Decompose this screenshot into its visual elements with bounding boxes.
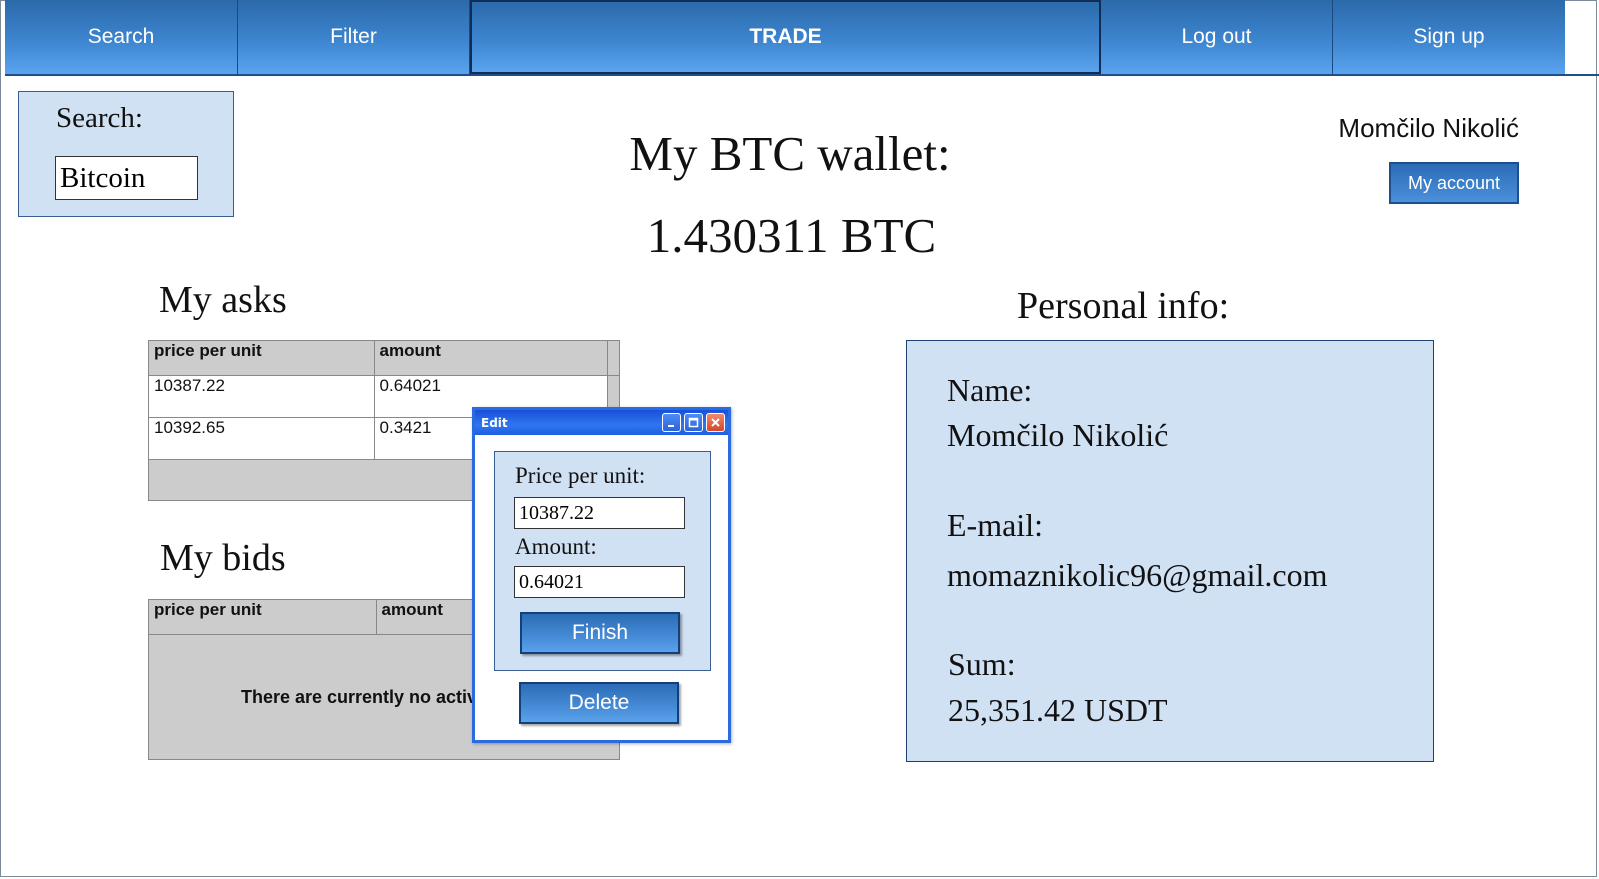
nav-signup[interactable]: Sign up	[1333, 0, 1565, 74]
name-label: Name:	[947, 372, 1033, 408]
finish-button[interactable]: Finish	[520, 612, 680, 654]
maximize-icon[interactable]	[684, 413, 703, 432]
price-input[interactable]	[514, 497, 685, 529]
nav-logout[interactable]: Log out	[1101, 0, 1333, 74]
edit-dialog: Edit Price per unit: Amount: Finish Dele…	[472, 407, 731, 743]
column-header: amount	[381, 600, 443, 619]
edit-form-panel: Price per unit: Amount: Finish	[494, 451, 711, 671]
delete-button[interactable]: Delete	[519, 682, 679, 724]
price-cell: 10387.22	[154, 376, 225, 395]
email-value: momaznikolic96@gmail.com	[947, 557, 1328, 593]
email-label: E-mail:	[947, 507, 1043, 543]
personal-info-title: Personal info:	[1017, 285, 1230, 327]
close-icon[interactable]	[706, 413, 725, 432]
sum-label: Sum:	[948, 646, 1016, 682]
nav-trade[interactable]: TRADE	[470, 0, 1101, 74]
amount-cell: 0.3421	[379, 418, 432, 437]
amount-input[interactable]	[514, 566, 685, 598]
top-nav: Search Filter TRADE Log out Sign up	[5, 0, 1599, 76]
minimize-icon[interactable]	[662, 413, 681, 432]
column-header: price per unit	[154, 341, 262, 360]
column-header: price per unit	[154, 600, 262, 619]
bids-title: My bids	[160, 537, 286, 579]
wallet-amount: 1.430311 BTC	[646, 208, 937, 263]
amount-cell: 0.64021	[379, 376, 441, 395]
name-value: Momčilo Nikolić	[947, 417, 1169, 453]
column-header: amount	[379, 341, 441, 360]
scrollbar[interactable]	[607, 341, 619, 375]
price-cell: 10392.65	[154, 418, 225, 437]
nav-filter[interactable]: Filter	[238, 0, 470, 74]
amount-label: Amount:	[515, 534, 597, 559]
asks-title: My asks	[159, 279, 287, 321]
nav-search[interactable]: Search	[5, 0, 238, 74]
dialog-title: Edit	[481, 415, 508, 430]
user-name: Momčilo Nikolić	[1338, 113, 1519, 143]
sum-value: 25,351.42 USDT	[948, 692, 1168, 728]
my-account-button[interactable]: My account	[1389, 162, 1519, 204]
price-label: Price per unit:	[515, 463, 646, 488]
dialog-titlebar[interactable]: Edit	[475, 410, 728, 435]
personal-info-panel: Name: Momčilo Nikolić E-mail: momaznikol…	[906, 340, 1434, 762]
